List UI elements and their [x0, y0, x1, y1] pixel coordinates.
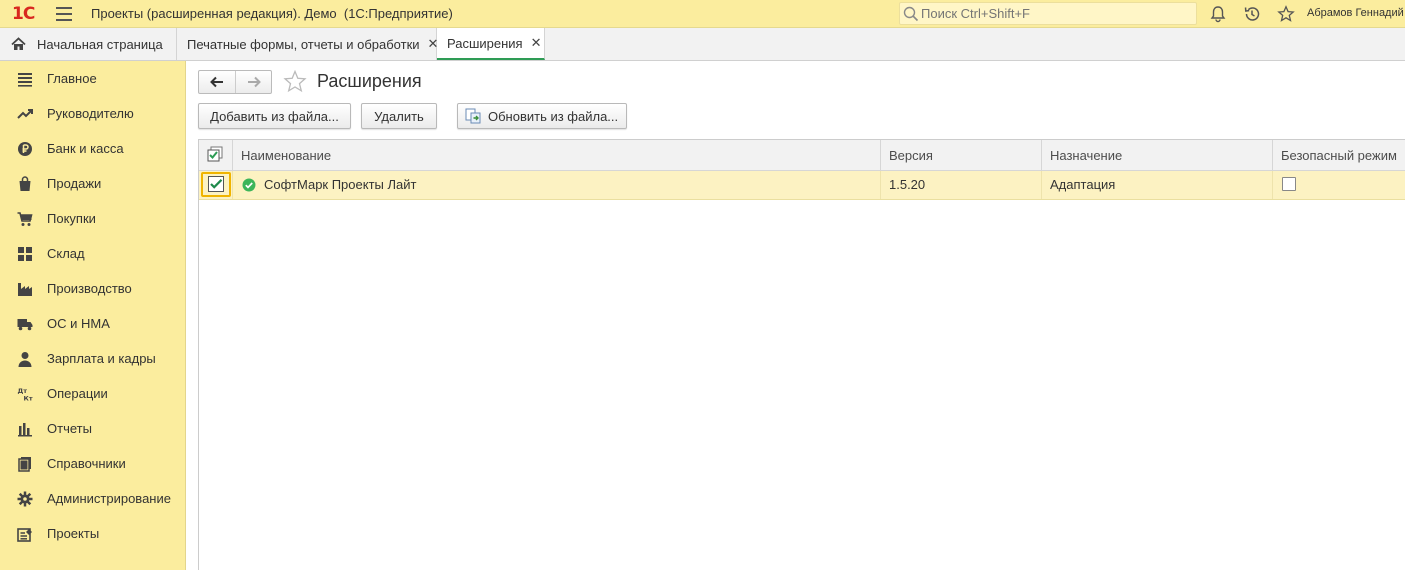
- main-menu-icon[interactable]: [56, 7, 72, 21]
- sidebar-item-label: Руководителю: [47, 106, 134, 121]
- sidebar-item-label: Склад: [47, 246, 85, 261]
- sidebar-item-label: Покупки: [47, 211, 96, 226]
- active-cell[interactable]: [199, 171, 233, 199]
- status-ok-icon: [242, 178, 256, 192]
- sidebar-item-purchases[interactable]: Покупки: [0, 204, 185, 234]
- delete-button[interactable]: Удалить: [361, 103, 437, 129]
- ruble-icon: [18, 142, 32, 156]
- sidebar-item-label: Главное: [47, 71, 97, 86]
- arrow-right-icon: [247, 76, 261, 88]
- dt-kt-icon: ДтКт: [18, 387, 33, 403]
- sidebar-item-operations[interactable]: Дт Кт Операции: [0, 379, 185, 409]
- sidebar-item-label: Зарплата и кадры: [47, 351, 156, 366]
- tabs-bar: Начальная страница Печатные формы, отчет…: [0, 28, 1405, 61]
- column-header-safe-mode[interactable]: Безопасный режим: [1273, 140, 1405, 171]
- tab-extensions[interactable]: Расширения ✕: [437, 28, 545, 60]
- main-content: Расширения Добавить из файла... Удалить …: [186, 61, 1405, 570]
- sidebar-item-projects[interactable]: Проекты: [0, 519, 185, 549]
- extension-name: СофтМарк Проекты Лайт: [264, 177, 417, 192]
- purpose-cell: Адаптация: [1042, 171, 1273, 199]
- table-header: Наименование Версия Назначение Безопасны…: [199, 140, 1405, 171]
- update-from-file-button[interactable]: Обновить из файла...: [457, 103, 627, 129]
- bar-chart-icon: [18, 423, 32, 437]
- app-logo[interactable]: 1С: [12, 4, 35, 24]
- close-icon[interactable]: ✕: [531, 35, 542, 51]
- books-icon: [18, 457, 31, 472]
- sidebar-item-label: ОС и НМА: [47, 316, 110, 331]
- tab-label: Начальная страница: [37, 36, 163, 52]
- navigation-buttons: [198, 70, 272, 94]
- column-header-name[interactable]: Наименование: [233, 140, 881, 171]
- sidebar-item-label: Отчеты: [47, 421, 92, 436]
- title-bar: 1С Проекты (расширенная редакция). Демо …: [0, 0, 1405, 28]
- sidebar-item-label: Банк и касса: [47, 141, 124, 156]
- arrow-left-icon: [210, 76, 223, 88]
- forward-button[interactable]: [235, 71, 271, 93]
- active-column-header[interactable]: [199, 140, 233, 171]
- sidebar: Главное Руководителю Банк и касса Продаж…: [0, 61, 186, 570]
- cart-icon: [17, 212, 33, 226]
- sidebar-item-administration[interactable]: Администрирование: [0, 484, 185, 514]
- bell-icon[interactable]: [1209, 5, 1227, 23]
- svg-text:Кт: Кт: [24, 395, 33, 403]
- sidebar-item-label: Справочники: [47, 456, 126, 471]
- sidebar-item-label: Операции: [47, 386, 108, 401]
- page-title: Расширения: [317, 71, 422, 91]
- projects-icon: [17, 528, 32, 542]
- column-header-purpose[interactable]: Назначение: [1042, 140, 1273, 171]
- sidebar-item-warehouse[interactable]: Склад: [0, 239, 185, 269]
- column-header-version[interactable]: Версия: [881, 140, 1042, 171]
- version-cell: 1.5.20: [881, 171, 1042, 199]
- sidebar-item-bank[interactable]: Банк и касса: [0, 134, 185, 164]
- user-name[interactable]: Абрамов Геннадий: [1307, 7, 1404, 19]
- sidebar-item-reports[interactable]: Отчеты: [0, 414, 185, 444]
- sidebar-item-assets[interactable]: ОС и НМА: [0, 309, 185, 339]
- gear-icon: [17, 491, 33, 507]
- back-button[interactable]: [199, 71, 235, 93]
- tab-label: Расширения: [447, 35, 523, 51]
- sidebar-item-catalogs[interactable]: Справочники: [0, 449, 185, 479]
- checkbox-column-icon: [207, 146, 223, 162]
- tab-home[interactable]: Начальная страница: [0, 28, 177, 60]
- safe-mode-cell: [1273, 171, 1405, 199]
- sidebar-item-main[interactable]: Главное: [0, 64, 185, 94]
- safe-mode-checkbox[interactable]: [1282, 177, 1296, 191]
- favorite-star-icon[interactable]: [283, 70, 307, 93]
- update-from-file-label: Обновить из файла...: [488, 108, 619, 124]
- person-icon: [18, 352, 32, 367]
- search-input[interactable]: [921, 5, 1191, 22]
- tab-label: Печатные формы, отчеты и обработки: [187, 36, 420, 52]
- bag-icon: [19, 176, 31, 191]
- factory-icon: [18, 283, 32, 296]
- sidebar-item-sales[interactable]: Продажи: [0, 169, 185, 199]
- home-icon: [11, 37, 26, 50]
- extensions-table: Наименование Версия Назначение Безопасны…: [198, 139, 1405, 570]
- trend-icon: [17, 109, 33, 119]
- sidebar-item-label: Производство: [47, 281, 132, 296]
- name-cell: СофтМарк Проекты Лайт: [233, 171, 881, 199]
- update-file-icon: [465, 108, 481, 124]
- sidebar-item-label: Администрирование: [47, 491, 171, 506]
- sidebar-item-label: Проекты: [47, 526, 100, 541]
- table-row[interactable]: СофтМарк Проекты Лайт 1.5.20 Адаптация: [199, 171, 1405, 200]
- search-icon: [903, 6, 919, 22]
- add-from-file-button[interactable]: Добавить из файла...: [198, 103, 351, 129]
- sidebar-item-production[interactable]: Производство: [0, 274, 185, 304]
- search-box[interactable]: [899, 2, 1197, 25]
- active-checkbox[interactable]: [208, 176, 224, 192]
- history-icon[interactable]: [1243, 5, 1261, 23]
- tab-print-forms[interactable]: Печатные формы, отчеты и обработки ✕: [177, 28, 438, 60]
- app-title: Проекты (расширенная редакция). Демо (1С…: [91, 6, 453, 21]
- warehouse-icon: [18, 247, 32, 261]
- sidebar-item-label: Продажи: [47, 176, 102, 191]
- sidebar-item-manager[interactable]: Руководителю: [0, 99, 185, 129]
- favorites-star-icon[interactable]: [1277, 5, 1295, 23]
- truck-icon: [17, 319, 33, 331]
- list-icon: [18, 73, 32, 87]
- sidebar-item-salary[interactable]: Зарплата и кадры: [0, 344, 185, 374]
